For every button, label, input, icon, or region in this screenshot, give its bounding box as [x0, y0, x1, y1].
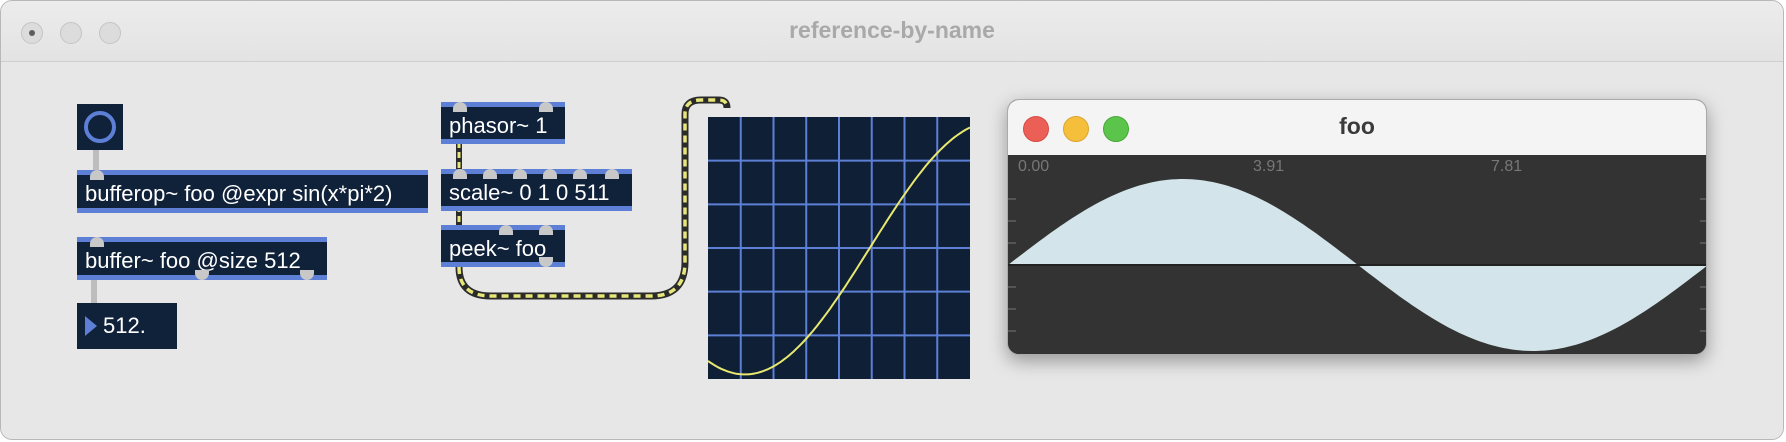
- number-value: 512.: [103, 313, 146, 338]
- scope-display[interactable]: [707, 117, 971, 379]
- patcher-window: reference-by-name bufferop~ foo @expr si…: [0, 0, 1784, 440]
- buffer-window-titlebar: foo: [1008, 100, 1706, 156]
- title-bar: reference-by-name: [1, 1, 1783, 62]
- toggle-object[interactable]: [77, 104, 123, 150]
- bufferop-object[interactable]: bufferop~ foo @expr sin(x*pi*2): [77, 170, 428, 213]
- scope-graph: [707, 117, 971, 379]
- buffer-object[interactable]: buffer~ foo @size 512: [77, 237, 327, 280]
- buffer-window-title: foo: [1339, 113, 1375, 139]
- window-title: reference-by-name: [789, 17, 995, 43]
- buffer-window: foo 0.00 3.91 7.81: [1007, 99, 1707, 355]
- toggle-ring-icon: [84, 111, 116, 143]
- phasor-object[interactable]: phasor~ 1: [441, 102, 565, 144]
- number-box[interactable]: 512.: [77, 303, 177, 349]
- patcher-canvas[interactable]: bufferop~ foo @expr sin(x*pi*2) buffer~ …: [1, 62, 1783, 439]
- peek-object[interactable]: peek~ foo: [441, 225, 565, 267]
- waveform-view[interactable]: 0.00 3.91 7.81: [1008, 155, 1706, 354]
- scale-object[interactable]: scale~ 0 1 0 511: [441, 169, 632, 211]
- number-triangle-icon: [85, 316, 97, 336]
- waveform-graph: [1008, 179, 1706, 351]
